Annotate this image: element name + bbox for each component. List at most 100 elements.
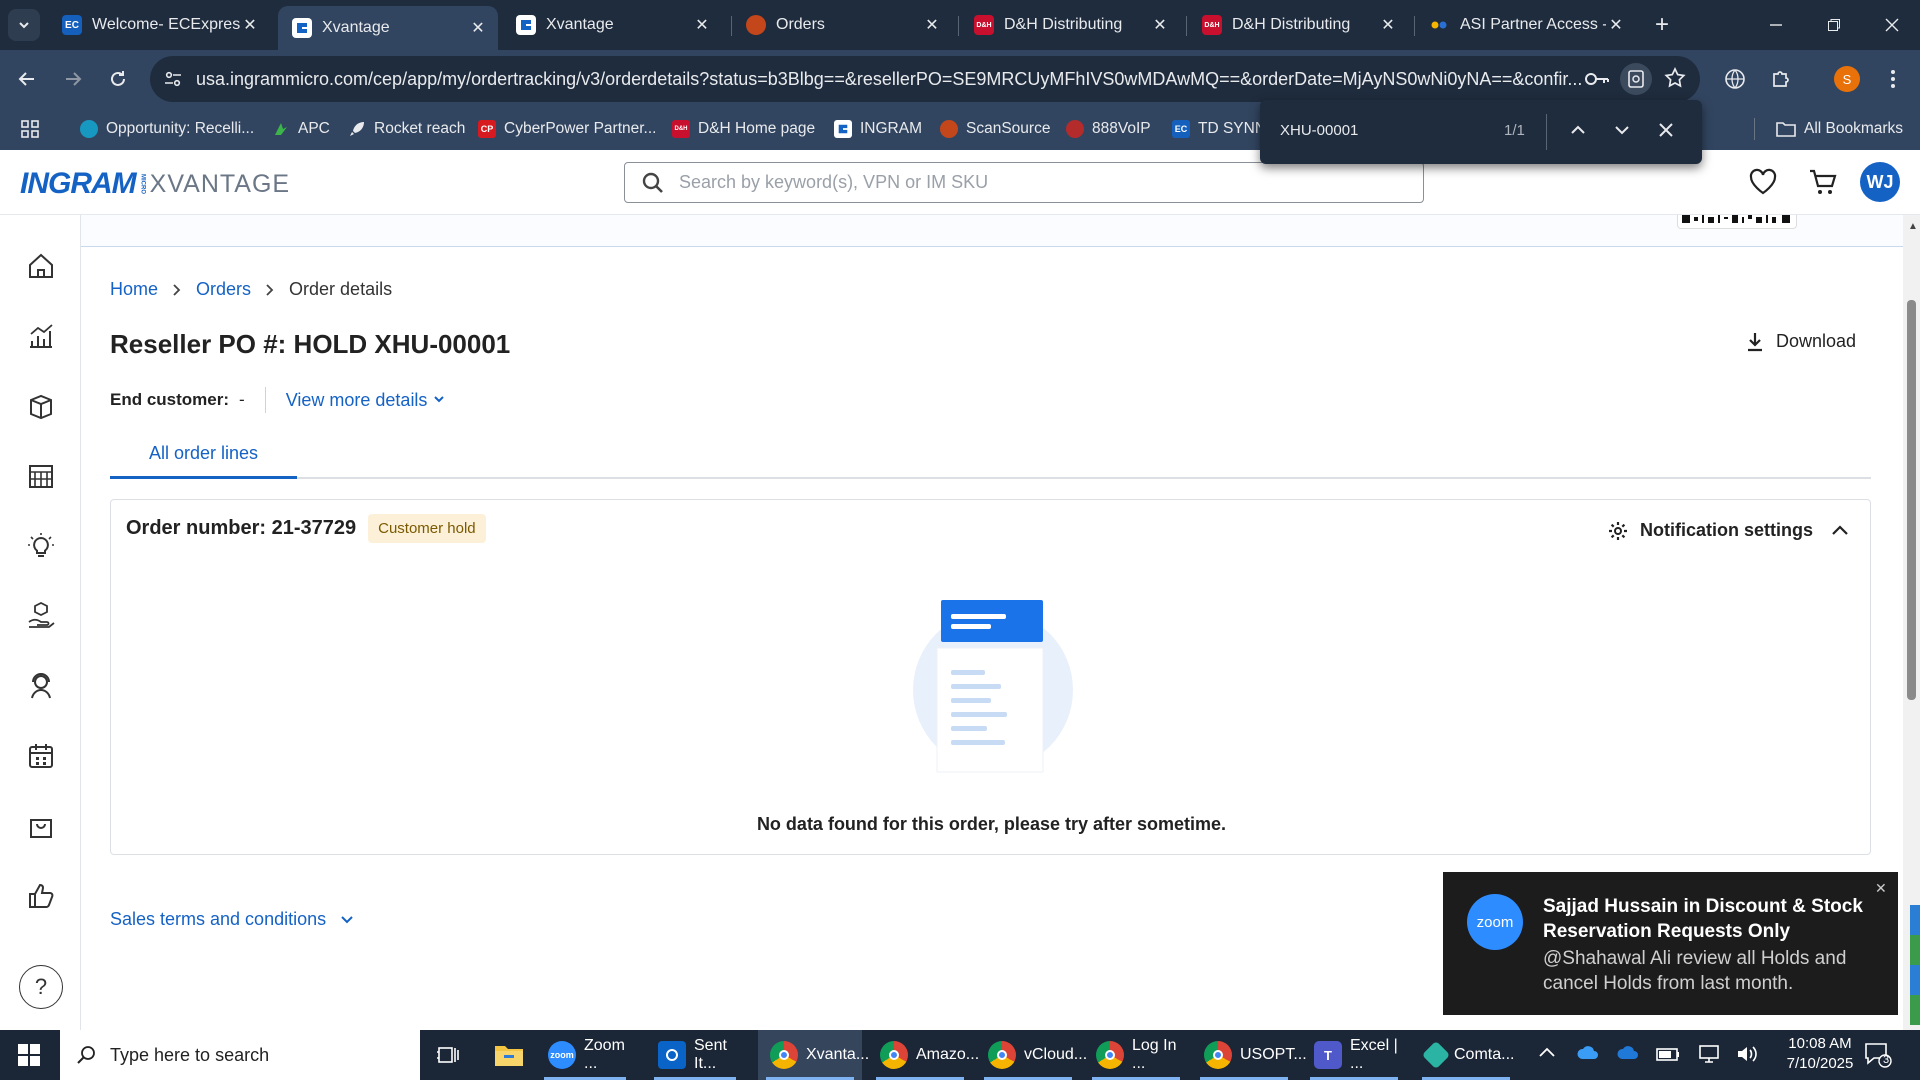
volume-icon[interactable]: [1736, 1044, 1760, 1064]
toast-close-icon[interactable]: ✕: [1875, 880, 1887, 897]
minimize-button[interactable]: [1748, 0, 1804, 50]
view-more-details-link[interactable]: View more details: [286, 390, 446, 411]
browser-tab-5[interactable]: D&H D&H Distributing ✕: [960, 6, 1180, 44]
close-icon[interactable]: ✕: [468, 18, 488, 38]
browser-menu-icon[interactable]: [1878, 64, 1908, 94]
forward-button[interactable]: [58, 64, 88, 94]
system-clock[interactable]: 10:08 AM 7/10/2025: [1770, 1034, 1870, 1074]
cart-icon[interactable]: [1808, 168, 1838, 196]
nav-insights-bulb-icon[interactable]: [20, 525, 62, 567]
bookmark-cyberpower[interactable]: CP CyberPower Partner...: [478, 117, 656, 141]
zoom-chat-notification[interactable]: zoom Sajjad Hussain in Discount & Stock …: [1443, 872, 1898, 1015]
onedrive-cloud-icon[interactable]: [1576, 1045, 1600, 1061]
close-icon[interactable]: ✕: [922, 15, 942, 35]
back-button[interactable]: [12, 64, 42, 94]
nav-orders-box-icon[interactable]: [20, 385, 62, 427]
network-icon[interactable]: [1698, 1044, 1720, 1064]
breadcrumb-home-link[interactable]: Home: [110, 279, 158, 300]
restore-button[interactable]: [1806, 0, 1862, 50]
bookmark-888voip[interactable]: 888VoIP: [1066, 117, 1151, 141]
file-explorer-icon[interactable]: [494, 1042, 524, 1068]
taskbar-app-chrome-usopt[interactable]: USOPT...: [1192, 1030, 1307, 1080]
taskbar-app-zoom[interactable]: zoom Zoom ...: [536, 1030, 634, 1080]
bookmark-apc[interactable]: APC: [272, 117, 330, 141]
close-icon[interactable]: ✕: [1150, 15, 1170, 35]
nav-analytics-icon[interactable]: [20, 315, 62, 357]
scroll-up-arrow-icon[interactable]: ▲: [1908, 221, 1918, 232]
browser-tab-7[interactable]: ASI Partner Access - I ✕: [1416, 6, 1636, 44]
close-window-button[interactable]: [1864, 0, 1920, 50]
tab-all-order-lines[interactable]: All order lines: [110, 443, 297, 479]
scrollbar-thumb[interactable]: [1907, 300, 1916, 700]
taskbar-app-chrome-vcloud[interactable]: vCloud...: [976, 1030, 1087, 1080]
bookmark-td-synnex[interactable]: EC TD SYNN: [1172, 117, 1266, 141]
nav-home-icon[interactable]: [20, 245, 62, 287]
user-avatar[interactable]: WJ: [1860, 162, 1900, 202]
browser-tab-1[interactable]: EC Welcome- ECExpress ✕: [48, 6, 270, 44]
product-search-bar[interactable]: Search by keyword(s), VPN or IM SKU: [624, 162, 1424, 203]
taskbar-app-teams-excel[interactable]: T Excel | ...: [1302, 1030, 1406, 1080]
favorites-heart-icon[interactable]: [1748, 168, 1778, 196]
breadcrumb-orders-link[interactable]: Orders: [196, 279, 251, 300]
apps-grid-icon[interactable]: [20, 117, 40, 141]
browser-tab-4[interactable]: Orders ✕: [732, 6, 952, 44]
onedrive-business-cloud-icon[interactable]: [1616, 1045, 1640, 1061]
nav-support-agent-icon[interactable]: [20, 665, 62, 707]
search-input[interactable]: Search by keyword(s), VPN or IM SKU: [679, 172, 988, 193]
nav-help-icon[interactable]: ?: [19, 965, 63, 1009]
all-bookmarks-button[interactable]: All Bookmarks: [1776, 117, 1903, 141]
nav-feedback-thumbs-up-icon[interactable]: [20, 875, 62, 917]
find-previous-button[interactable]: [1570, 124, 1586, 136]
nav-shopping-bag-icon[interactable]: [20, 805, 62, 847]
nav-calendar-icon[interactable]: [20, 735, 62, 777]
bookmark-opportunity[interactable]: Opportunity: Recelli...: [80, 117, 254, 141]
find-close-button[interactable]: [1658, 122, 1674, 138]
browser-tab-6[interactable]: D&H D&H Distributing ✕: [1188, 6, 1408, 44]
task-view-icon[interactable]: [436, 1043, 460, 1067]
close-icon: [1659, 123, 1673, 137]
site-settings-icon[interactable]: [150, 70, 196, 88]
sales-terms-toggle[interactable]: Sales terms and conditions: [110, 909, 354, 930]
password-key-icon[interactable]: [1584, 67, 1610, 91]
battery-icon[interactable]: [1656, 1045, 1680, 1063]
bookmark-dh-home[interactable]: D&H D&H Home page: [672, 117, 815, 141]
find-next-button[interactable]: [1614, 124, 1630, 136]
nav-warehouse-icon[interactable]: [20, 455, 62, 497]
windows-taskbar: Type here to search zoom Zoom ... Sent I…: [0, 1030, 1920, 1080]
start-button[interactable]: [0, 1030, 58, 1080]
browser-tab-3[interactable]: Xvantage ✕: [502, 6, 722, 44]
new-tab-button[interactable]: +: [1650, 11, 1674, 38]
nav-services-hand-icon[interactable]: [20, 595, 62, 637]
address-bar[interactable]: usa.ingrammicro.com/cep/app/my/ordertrac…: [150, 56, 1700, 102]
download-button[interactable]: Download: [1746, 331, 1856, 352]
taskbar-search-box[interactable]: Type here to search: [60, 1030, 420, 1080]
find-in-page-icon[interactable]: [1620, 63, 1652, 95]
xvantage-logo[interactable]: INGRAM MICRO XVANTAGE: [20, 164, 290, 204]
close-icon[interactable]: ✕: [1378, 15, 1398, 35]
notification-center-icon[interactable]: 3: [1864, 1042, 1892, 1068]
find-in-page-bar: XHU-00001 1/1: [1260, 100, 1702, 164]
profile-avatar[interactable]: S: [1832, 64, 1862, 94]
find-input[interactable]: XHU-00001: [1280, 122, 1358, 139]
collapse-chevron-up-icon[interactable]: [1831, 524, 1849, 536]
taskbar-app-comta[interactable]: Comta...: [1414, 1030, 1518, 1080]
browser-tab-2[interactable]: Xvantage ✕: [278, 6, 498, 50]
reload-button[interactable]: [103, 64, 133, 94]
chrome-icon: [1096, 1041, 1124, 1069]
taskbar-app-outlook[interactable]: Sent It...: [646, 1030, 744, 1080]
taskbar-app-chrome-xvantage[interactable]: Xvanta...: [758, 1030, 869, 1080]
close-icon[interactable]: ✕: [240, 15, 260, 35]
notification-settings-button[interactable]: Notification settings: [1608, 520, 1813, 541]
extensions-puzzle-icon[interactable]: [1766, 64, 1796, 94]
taskbar-app-chrome-login[interactable]: Log In ...: [1084, 1030, 1188, 1080]
bookmark-scansource[interactable]: ScanSource: [940, 117, 1050, 141]
bookmark-ingram[interactable]: INGRAM: [834, 117, 922, 141]
translate-extension-icon[interactable]: [1720, 64, 1750, 94]
bookmark-rocket-reach[interactable]: Rocket reach: [348, 117, 465, 141]
bookmark-star-icon[interactable]: [1664, 67, 1686, 89]
tab-search-button[interactable]: [8, 9, 40, 41]
show-hidden-icons-chevron-up-icon[interactable]: [1538, 1046, 1556, 1058]
close-icon[interactable]: ✕: [1606, 15, 1626, 35]
taskbar-app-chrome-amazon[interactable]: Amazo...: [868, 1030, 979, 1080]
close-icon[interactable]: ✕: [692, 15, 712, 35]
